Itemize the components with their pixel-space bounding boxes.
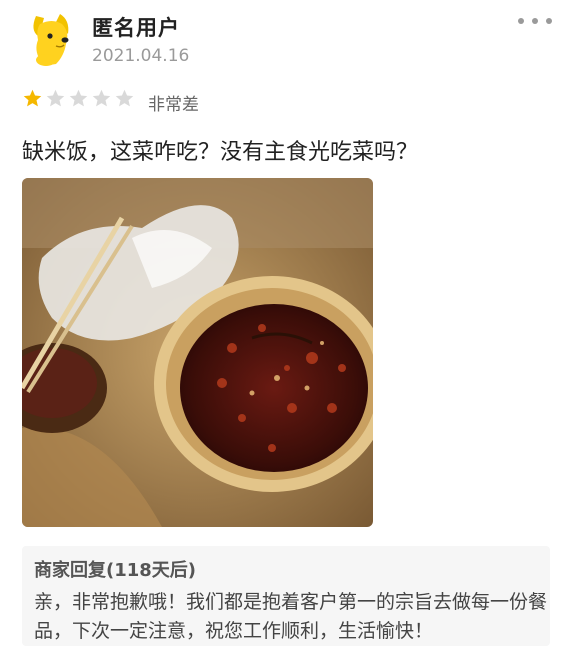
dot	[518, 18, 524, 24]
user-avatar[interactable]	[26, 10, 78, 68]
dot	[546, 18, 552, 24]
more-dots-icon[interactable]	[518, 14, 552, 28]
merchant-reply-title: 商家回复(118天后)	[34, 560, 197, 581]
rating-label: 非常差	[148, 95, 199, 115]
dot	[532, 18, 538, 24]
merchant-reply-text: 亲，非常抱歉哦！我们都是抱着客户第一的宗旨去做每一份餐品，下次一定注意，祝您工作…	[34, 591, 548, 642]
star-icon-filled	[23, 89, 42, 107]
review-text: 缺米饭，这菜咋吃？没有主食光吃菜吗？	[22, 140, 419, 165]
food-photo-image	[22, 178, 373, 527]
username[interactable]: 匿名用户	[92, 12, 180, 42]
star-icon-empty	[69, 89, 88, 107]
merchant-reply: 商家回复(118天后) 亲，非常抱歉哦！我们都是抱着客户第一的宗旨去做每一份餐品…	[22, 546, 550, 646]
review-date: 2021.04.16	[92, 46, 190, 66]
star-icon-empty	[115, 89, 134, 107]
star-rating	[22, 88, 135, 109]
star-icon-empty	[92, 89, 111, 107]
yellow-dog-avatar-icon	[33, 14, 69, 66]
review-photo[interactable]	[22, 178, 373, 527]
star-icon-empty	[46, 89, 65, 107]
